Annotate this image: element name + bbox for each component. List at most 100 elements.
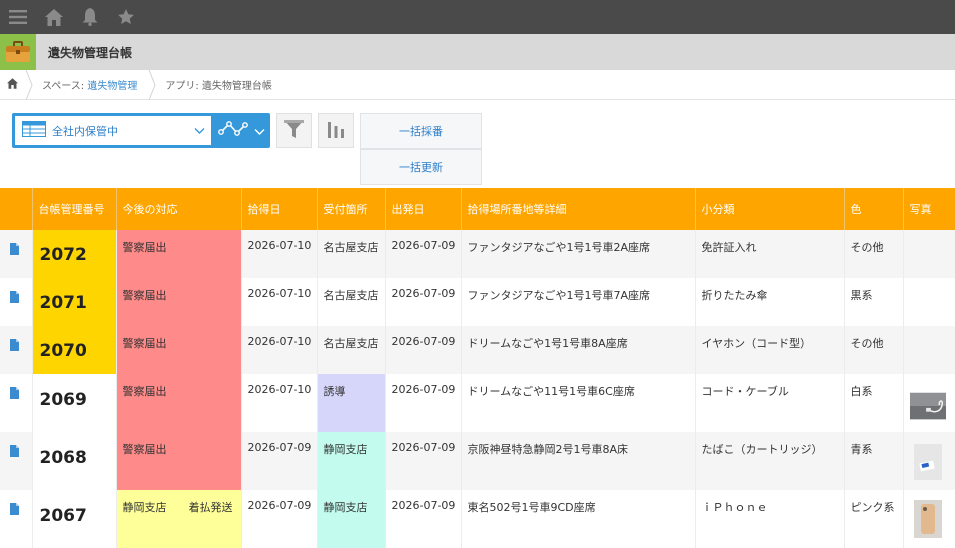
breadcrumb-space: スペース: 遺失物管理 (34, 70, 147, 100)
column-header[interactable]: 拾得日 (241, 188, 318, 230)
departure-date: 2026-07-09 (385, 432, 462, 490)
record-detail-link[interactable] (0, 326, 33, 374)
breadcrumb-app: アプリ: 遺失物管理台帳 (157, 70, 282, 100)
column-header[interactable]: 台帳管理番号 (32, 188, 117, 230)
document-icon[interactable] (10, 291, 19, 306)
breadcrumb: スペース: 遺失物管理 アプリ: 遺失物管理台帳 (0, 69, 955, 100)
graph-view-button[interactable] (214, 116, 268, 145)
reception-office: 静岡支店 (317, 432, 386, 490)
bulk-number-button[interactable]: 一括採番 (360, 113, 482, 149)
action-value: 警察届出 (122, 443, 167, 456)
action-value: 警察届出 (122, 385, 167, 398)
ledger-number: 2069 (32, 374, 117, 432)
item-color: その他 (844, 230, 904, 278)
home-icon[interactable] (36, 0, 72, 34)
phone-photo-thumbnail[interactable] (913, 500, 942, 538)
item-color: その他 (844, 326, 904, 374)
document-icon[interactable] (10, 445, 19, 460)
star-icon[interactable] (108, 0, 144, 34)
action-value-2: 着払発送 (188, 501, 233, 514)
column-header[interactable]: 色 (844, 188, 904, 230)
document-icon[interactable] (10, 243, 19, 258)
photo-cell (903, 432, 955, 490)
action-cell: 警察届出 (116, 326, 242, 374)
found-place: 東名502号1号車9CD座席 (461, 490, 696, 548)
record-detail-link[interactable] (0, 230, 33, 278)
briefcase-icon (0, 34, 36, 70)
sub-category: コード・ケーブル (695, 374, 845, 432)
item-color: 青系 (844, 432, 904, 490)
found-place: ドリームなごや11号1号車6C座席 (461, 374, 696, 432)
ledger-number: 2072 (32, 230, 117, 278)
found-date: 2026-07-09 (241, 432, 318, 490)
departure-date: 2026-07-09 (385, 230, 462, 278)
breadcrumb-space-prefix: スペース: (42, 81, 85, 92)
ledger-number: 2068 (32, 432, 117, 490)
breadcrumb-separator (25, 69, 33, 100)
view-selector: 全社内保管中 (12, 113, 270, 148)
column-header[interactable]: 今後の対応 (116, 188, 242, 230)
cartridge-photo-thumbnail[interactable] (913, 444, 942, 480)
breadcrumb-separator (148, 69, 156, 100)
found-date: 2026-07-09 (241, 490, 318, 548)
photo-cell (903, 490, 955, 548)
top-navigation-bar (0, 0, 955, 34)
chevron-down-icon (194, 125, 205, 138)
photo-cell (903, 230, 955, 278)
ledger-number: 2070 (32, 326, 117, 374)
column-header[interactable]: 出発日 (385, 188, 462, 230)
action-value: 警察届出 (122, 241, 167, 254)
column-header[interactable]: 写真 (903, 188, 955, 230)
menu-icon[interactable] (0, 0, 36, 34)
departure-date: 2026-07-09 (385, 374, 462, 432)
departure-date: 2026-07-09 (385, 490, 462, 548)
action-value: 警察届出 (122, 337, 167, 350)
record-detail-link[interactable] (0, 432, 33, 490)
document-icon[interactable] (10, 339, 19, 354)
breadcrumb-app-name: 遺失物管理台帳 (201, 81, 272, 92)
line-graph-icon (217, 120, 248, 142)
record-detail-link[interactable] (0, 490, 33, 548)
view-dropdown[interactable]: 全社内保管中 (15, 116, 211, 145)
cable-photo-thumbnail[interactable] (909, 388, 946, 424)
ledger-number: 2067 (32, 490, 117, 548)
table-row: 2068 警察届出 2026-07-09 静岡支店 2026-07-09 京阪神… (0, 432, 955, 490)
document-icon[interactable] (10, 387, 19, 402)
sub-category: たばこ（カートリッジ） (695, 432, 845, 490)
item-color: ピンク系 (844, 490, 904, 548)
bulk-update-button[interactable]: 一括更新 (360, 149, 482, 185)
action-cell: 警察届出 (116, 278, 242, 326)
record-detail-link[interactable] (0, 374, 33, 432)
record-detail-link[interactable] (0, 278, 33, 326)
found-place: ファンタジアなごや1号1号車2A座席 (461, 230, 696, 278)
document-icon[interactable] (10, 503, 19, 518)
column-header[interactable]: 小分類 (695, 188, 845, 230)
records-table: 台帳管理番号 今後の対応 拾得日 受付箇所 出発日 拾得場所番地等詳細 小分類 … (0, 188, 955, 548)
action-cell: 警察届出 (116, 432, 242, 490)
breadcrumb-home[interactable] (0, 70, 24, 100)
found-date: 2026-07-10 (241, 278, 318, 326)
column-header[interactable]: 拾得場所番地等詳細 (461, 188, 696, 230)
home-icon[interactable] (7, 77, 18, 92)
action-cell: 静岡支店 着払発送 (116, 490, 242, 548)
chart-button[interactable] (318, 113, 354, 148)
reception-office: 名古屋支店 (317, 326, 386, 374)
table-row: 2067 静岡支店 着払発送 2026-07-09 静岡支店 2026-07-09… (0, 490, 955, 548)
filter-button[interactable] (276, 113, 312, 148)
column-header[interactable]: 受付箇所 (317, 188, 386, 230)
breadcrumb-space-link[interactable]: 遺失物管理 (87, 77, 137, 92)
found-place: ドリームなごや1号1号車8A座席 (461, 326, 696, 374)
table-row: 2069 警察届出 2026-07-10 誘導 2026-07-09 ドリームな… (0, 374, 955, 432)
breadcrumb-app-prefix: アプリ: (165, 81, 199, 92)
chevron-down-icon (254, 121, 265, 140)
table-row: 2071 警察届出 2026-07-10 名古屋支店 2026-07-09 ファ… (0, 278, 955, 326)
found-date: 2026-07-10 (241, 230, 318, 278)
found-place: ファンタジアなごや1号1号車7A座席 (461, 278, 696, 326)
table-header-row: 台帳管理番号 今後の対応 拾得日 受付箇所 出発日 拾得場所番地等詳細 小分類 … (0, 188, 955, 230)
bell-icon[interactable] (72, 0, 108, 34)
table-view-icon (22, 121, 46, 140)
sub-category: 免許証入れ (695, 230, 845, 278)
photo-cell (903, 326, 955, 374)
photo-cell (903, 278, 955, 326)
table-row: 2070 警察届出 2026-07-10 名古屋支店 2026-07-09 ドリ… (0, 326, 955, 374)
